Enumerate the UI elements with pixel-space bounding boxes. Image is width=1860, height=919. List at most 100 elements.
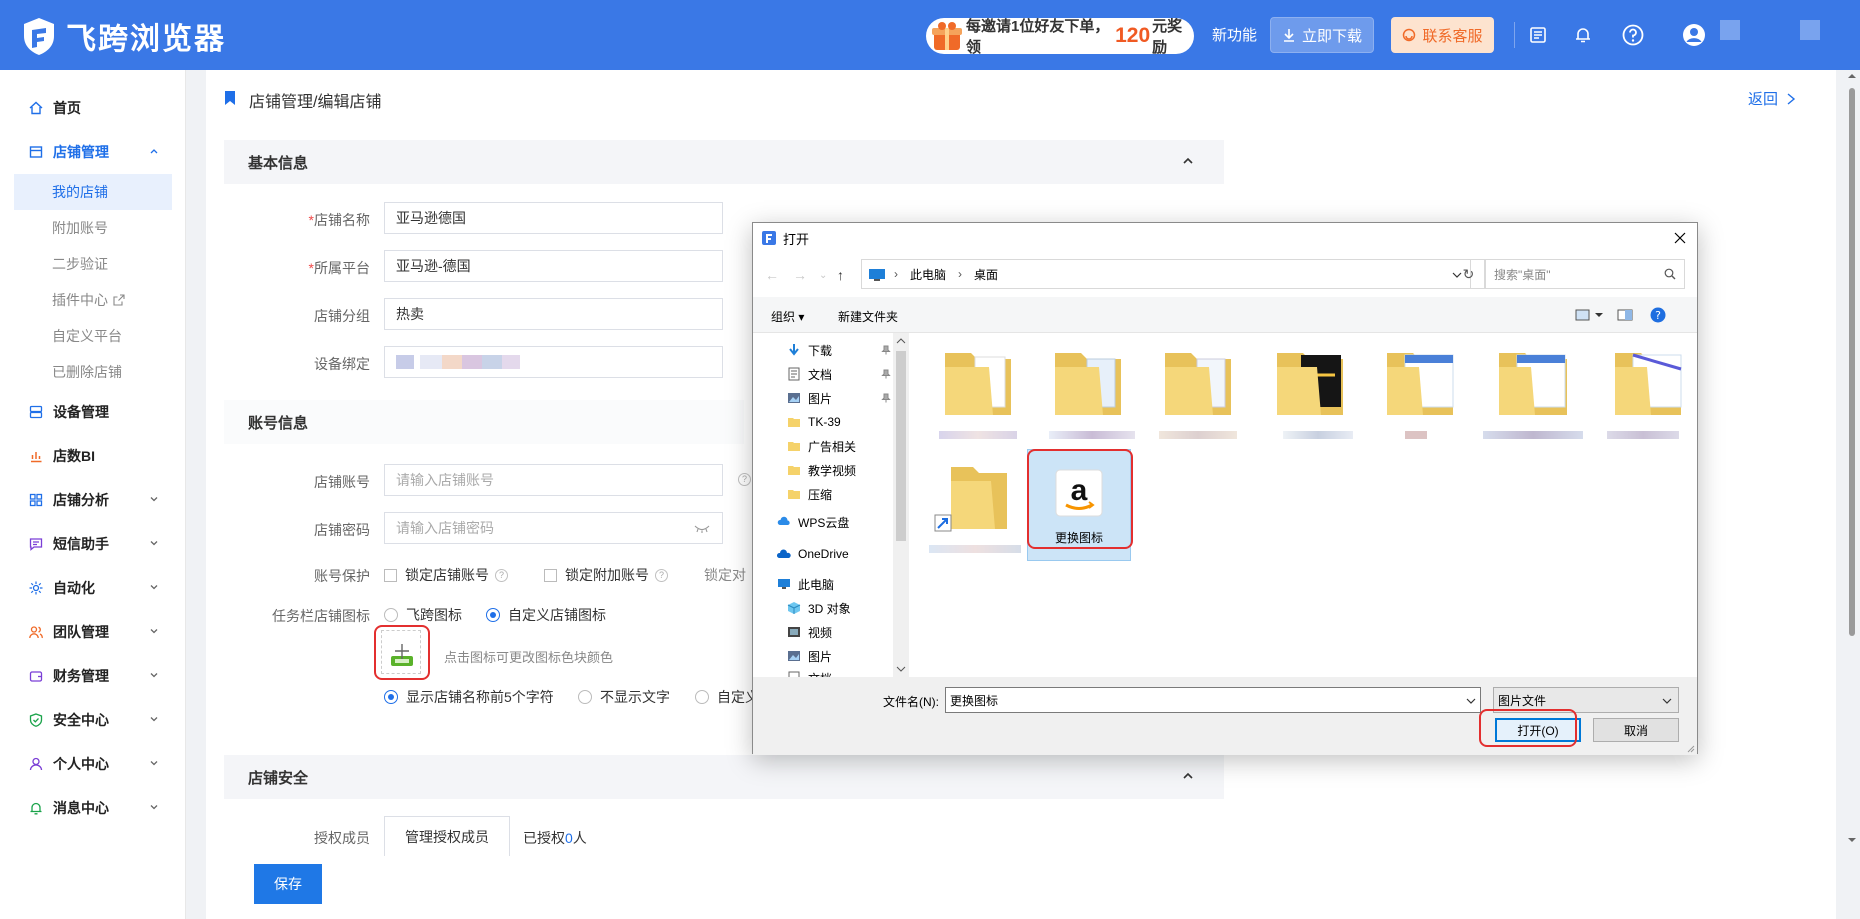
bell-icon[interactable] <box>1569 21 1597 49</box>
tree-item-videos[interactable]: 视频 <box>787 621 832 643</box>
sidebar-sub-custom-platform[interactable]: 自定义平台 <box>14 318 172 354</box>
cancel-button[interactable]: 取消 <box>1593 718 1679 742</box>
sidebar-item-analysis[interactable]: 店铺分析 <box>0 484 186 516</box>
support-button[interactable]: 联系客服 <box>1391 17 1494 53</box>
save-button[interactable]: 保存 <box>254 864 322 904</box>
user-avatar-icon[interactable] <box>1680 21 1708 49</box>
recent-dropdown-icon[interactable]: ⌄ <box>819 270 827 281</box>
folder-item[interactable] <box>1375 345 1465 445</box>
sidebar-item-team[interactable]: 团队管理 <box>0 616 186 648</box>
radio-show-first5[interactable]: 显示店铺名称前5个字符 <box>384 687 554 707</box>
page-scrollbar[interactable] <box>1844 70 1860 850</box>
sidebar-item-messages[interactable]: 消息中心 <box>0 792 186 824</box>
tree-item-tutorials[interactable]: 教学视频 <box>787 459 856 481</box>
app-logo[interactable]: 飞跨浏览器 <box>22 14 226 58</box>
tree-item-pictures[interactable]: 图片 <box>787 387 832 409</box>
sidebar-item-label: 财务管理 <box>53 668 109 684</box>
tree-item-tk39[interactable]: TK-39 <box>787 411 841 433</box>
tree-item-downloads[interactable]: 下载 <box>787 339 832 361</box>
sidebar-item-sms[interactable]: 短信助手 <box>0 528 186 560</box>
chevron-up-icon[interactable] <box>1182 155 1194 167</box>
section-basic-info[interactable]: 基本信息 <box>224 140 1224 184</box>
eye-closed-icon[interactable] <box>694 524 710 534</box>
lock-extra-account-checkbox[interactable]: 锁定附加账号? <box>544 565 668 585</box>
radio-feikua-icon[interactable]: 飞跨图标 <box>384 605 462 625</box>
address-bar[interactable]: › 此电脑 › 桌面 <box>861 259 1471 289</box>
blurred-value <box>396 355 414 369</box>
tree-item-this-pc[interactable]: 此电脑 <box>777 573 834 595</box>
close-icon[interactable] <box>1671 229 1689 247</box>
invite-promo-banner[interactable]: 每邀请1位好友下单，领 120 元奖励 <box>926 18 1194 56</box>
back-link[interactable]: 返回 <box>1748 88 1796 109</box>
radio-custom-text[interactable]: 自定义 <box>695 687 759 707</box>
radio-no-text[interactable]: 不显示文字 <box>578 687 670 707</box>
section-account-info[interactable]: 账号信息 <box>224 400 744 444</box>
download-button[interactable]: 立即下载 <box>1270 17 1374 53</box>
group-input[interactable]: 热卖 <box>384 298 723 330</box>
tree-item-3d-objects[interactable]: 3D 对象 <box>787 597 851 619</box>
help-icon[interactable]: ? <box>495 568 508 582</box>
account-input[interactable]: 请输入店铺账号 <box>384 464 723 496</box>
chevron-down-icon[interactable] <box>1466 697 1476 705</box>
help-icon[interactable]: ? <box>738 473 751 486</box>
resize-grip-icon[interactable] <box>1685 743 1695 753</box>
notes-icon[interactable] <box>1524 21 1552 49</box>
sidebar-sub-2fa[interactable]: 二步验证 <box>14 246 172 282</box>
sidebar-item-devices[interactable]: 设备管理 <box>0 396 186 428</box>
folder-item[interactable] <box>1043 345 1135 445</box>
window-control-blurred[interactable] <box>1800 20 1820 40</box>
sidebar-item-bi[interactable]: 店数BI <box>0 440 186 472</box>
tree-item-pictures-2[interactable]: 图片 <box>787 645 832 667</box>
sidebar-sub-plugins[interactable]: 插件中心 <box>14 282 172 318</box>
up-arrow-icon[interactable]: ↑ <box>837 267 844 283</box>
lock-account-checkbox[interactable]: 锁定店铺账号? <box>384 565 508 585</box>
forward-arrow-icon[interactable]: → <box>793 267 807 283</box>
path-segment-pc[interactable]: 此电脑 <box>910 266 946 283</box>
tree-item-archives[interactable]: 压缩 <box>787 483 832 505</box>
help-icon[interactable]: ? <box>1650 307 1666 323</box>
lock-other-checkbox[interactable]: 锁定对 <box>704 565 746 585</box>
back-arrow-icon[interactable]: ← <box>765 267 779 283</box>
tree-item-documents[interactable]: 文档 <box>787 363 832 385</box>
device-binding-field[interactable] <box>384 346 723 378</box>
sidebar-sub-deleted-stores[interactable]: 已删除店铺 <box>14 354 172 390</box>
tree-item-onedrive[interactable]: OneDrive <box>777 543 849 565</box>
chevron-right-icon <box>1787 92 1796 105</box>
tree-scrollbar[interactable] <box>893 333 909 677</box>
sidebar-item-personal[interactable]: 个人中心 <box>0 748 186 780</box>
sidebar-item-security[interactable]: 安全中心 <box>0 704 186 736</box>
store-name-input[interactable]: 亚马逊德国 <box>384 202 723 234</box>
tree-item-wps-cloud[interactable]: WPS云盘 <box>777 511 849 533</box>
folder-item[interactable] <box>1265 345 1355 445</box>
sidebar-item-home[interactable]: 首页 <box>0 92 186 124</box>
preview-pane-icon[interactable] <box>1617 309 1633 321</box>
folder-item[interactable] <box>1603 345 1693 445</box>
section-store-security[interactable]: 店铺安全 <box>224 755 1224 799</box>
view-options-icon[interactable] <box>1575 309 1605 321</box>
platform-input[interactable]: 亚马逊-德国 <box>384 250 723 282</box>
tree-item-ads[interactable]: 广告相关 <box>787 435 856 457</box>
sidebar-item-automation[interactable]: 自动化 <box>0 572 186 604</box>
chevron-up-icon[interactable] <box>1182 770 1194 782</box>
help-icon[interactable]: ? <box>655 568 668 582</box>
radio-custom-icon[interactable]: 自定义店铺图标 <box>486 605 606 625</box>
new-feature-link[interactable]: 新功能 <box>1212 24 1257 45</box>
organize-button[interactable]: 组织 ▾ <box>771 308 804 325</box>
dialog-search-input[interactable]: 搜索"桌面" <box>1485 259 1685 289</box>
path-segment-desktop[interactable]: 桌面 <box>974 266 998 283</box>
password-input[interactable]: 请输入店铺密码 <box>384 512 723 544</box>
sidebar-item-store-mgmt[interactable]: 店铺管理 <box>0 136 186 168</box>
sidebar-sub-extra-accounts[interactable]: 附加账号 <box>14 210 172 246</box>
tree-item-documents-2[interactable]: 文档 <box>787 667 832 677</box>
filename-input[interactable]: 更换图标 <box>945 687 1481 713</box>
folder-item[interactable] <box>933 345 1023 445</box>
manage-members-button[interactable]: 管理授权成员 <box>384 816 510 856</box>
help-icon[interactable] <box>1619 21 1647 49</box>
folder-item[interactable] <box>1483 345 1583 445</box>
refresh-button[interactable]: ↻ <box>1453 259 1485 289</box>
new-folder-button[interactable]: 新建文件夹 <box>838 308 898 325</box>
folder-shortcut-item[interactable] <box>929 453 1021 553</box>
sidebar-sub-my-stores[interactable]: 我的店铺 <box>14 174 172 210</box>
folder-item[interactable] <box>1153 345 1243 445</box>
sidebar-item-finance[interactable]: 财务管理 <box>0 660 186 692</box>
